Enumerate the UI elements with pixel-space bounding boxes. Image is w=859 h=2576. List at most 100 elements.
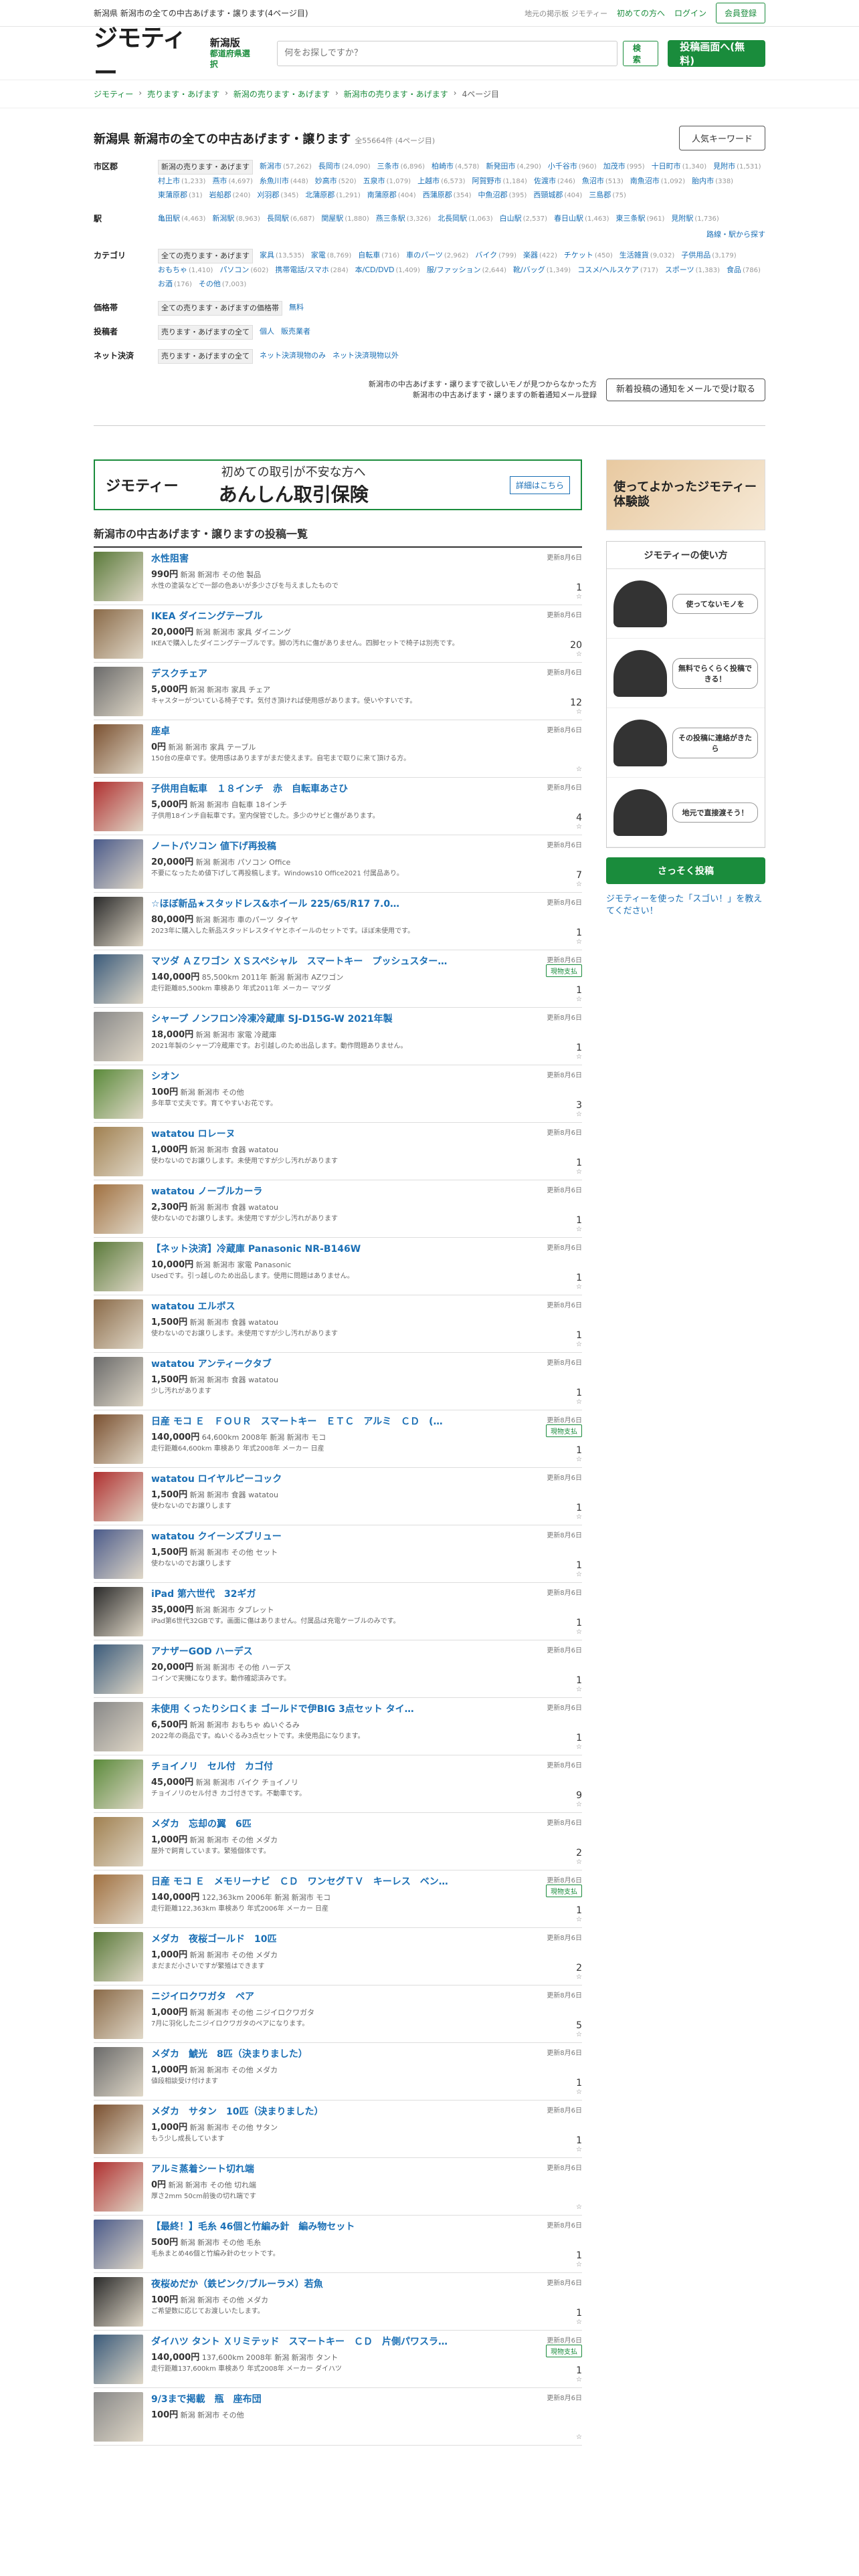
start-post-button[interactable]: さっそく投稿 [606,857,765,884]
filter-option[interactable]: 東蒲原郡 (31) [158,189,203,203]
favorite-icon[interactable]: ☆ [576,996,582,1003]
filter-option[interactable]: 新潟の売ります・あげます [158,160,253,175]
item-thumbnail[interactable] [94,1759,143,1809]
item-title[interactable]: メダカ 忘却の翼 6匹 [151,1817,520,1830]
favorite-icon[interactable]: ☆ [576,938,582,946]
favorite-icon[interactable]: ☆ [576,1341,582,1348]
item-title[interactable]: 水性阻害 [151,552,520,565]
filter-option[interactable]: コスメ/ヘルスケア (717) [577,263,658,278]
item-title[interactable]: デスクチェア [151,667,520,680]
list-item[interactable]: 座卓 0円 新潟 新潟市 家具 テーブル 150台の座卓です。使用感はありますがまだ… [94,720,582,778]
list-item[interactable]: ダイハツ タント Ｘリミテッド スマートキー ＣＤ 片側パワスラ… 140,000… [94,2331,582,2388]
filter-option[interactable]: 車のパーツ (2,962) [406,249,468,263]
favorite-icon[interactable]: ☆ [576,2319,582,2326]
region-selector[interactable]: 新潟版 都道府県選択 [210,37,255,70]
list-item[interactable]: 水性阻害 990円 新潟 新潟市 その他 製品 水性の塗装などで一部の色あいが多少さ… [94,548,582,605]
search-button[interactable]: 検索 [622,40,659,66]
item-thumbnail[interactable] [94,2392,143,2442]
filter-option[interactable]: 売ります・あげますの全て [158,325,253,340]
list-item[interactable]: watatou ロイヤルピーコック 1,500円 新潟 新潟市 食器 watato… [94,1468,582,1525]
favorite-icon[interactable]: ☆ [576,2031,582,2038]
item-title[interactable]: アナザーGOD ハーデス [151,1644,520,1658]
item-title[interactable]: メダカ 鯱光 8匹（決まりました） [151,2047,520,2060]
filter-option[interactable]: 刈羽郡 (345) [257,189,298,203]
filter-option[interactable]: 白山駅 (2,537) [500,212,547,226]
list-item[interactable]: watatou クイーンズブリュー 1,500円 新潟 新潟市 その他 セット 使わ… [94,1525,582,1583]
filter-option[interactable]: 加茂市 (995) [603,160,645,175]
filter-option[interactable]: 関屋駅 (1,880) [321,212,369,226]
list-item[interactable]: シャープ ノンフロン冷凍冷蔵庫 SJ-D15G-W 2021年製 18,000円 … [94,1008,582,1065]
filter-option[interactable]: 北蒲原郡 (1,291) [305,189,360,203]
filter-option[interactable]: 南蒲原郡 (404) [367,189,416,203]
item-thumbnail[interactable] [94,897,143,946]
filter-option[interactable]: 春日山駅 (1,463) [554,212,609,226]
list-item[interactable]: 未使用 くったりシロくま ゴールドで伊BIG 3点セット タイ… 6,500円 新… [94,1698,582,1755]
list-item[interactable]: アナザーGOD ハーデス 20,000円 新潟 新潟市 その他 ハーデス コインで実… [94,1640,582,1698]
item-thumbnail[interactable] [94,1472,143,1521]
item-title[interactable]: チョイノリ セル付 カゴ付 [151,1759,520,1773]
item-thumbnail[interactable] [94,1817,143,1866]
item-thumbnail[interactable] [94,1587,143,1636]
item-title[interactable]: watatou ノーブルカーラ [151,1184,520,1198]
list-item[interactable]: マツダ ＡＺワゴン ＸＳスペシャル スマートキー プッシュスター… 140,000… [94,950,582,1008]
list-item[interactable]: IKEA ダイニングテーブル 20,000円 新潟 新潟市 家具 ダイニング IKE… [94,605,582,663]
breadcrumb-item[interactable]: ジモティー [94,88,133,100]
item-title[interactable]: 【ネット決済】冷蔵庫 Panasonic NR-B146W [151,1242,520,1255]
search-input[interactable] [277,40,617,66]
list-item[interactable]: 【最終！】毛糸 46個と竹編み針 編み物セット 500円 新潟 新潟市 その他 毛… [94,2216,582,2273]
list-item[interactable]: iPad 第六世代 32ギガ 35,000円 新潟 新潟市 タブレット iPad第6… [94,1583,582,1640]
favorite-icon[interactable]: ☆ [576,1858,582,1866]
filter-option[interactable]: 生活雑貨 (9,032) [619,249,674,263]
favorite-icon[interactable]: ☆ [576,2146,582,2153]
item-thumbnail[interactable] [94,1069,143,1119]
favorite-icon[interactable]: ☆ [576,1973,582,1981]
filter-option[interactable]: 妙高市 (520) [315,175,357,189]
favorite-icon[interactable]: ☆ [576,1456,582,1463]
favorite-icon[interactable]: ☆ [576,2261,582,2268]
item-title[interactable]: シオン [151,1069,520,1083]
favorite-icon[interactable]: ☆ [576,1916,582,1923]
item-thumbnail[interactable] [94,1702,143,1751]
item-thumbnail[interactable] [94,609,143,659]
filter-option[interactable]: お酒 (176) [158,278,192,292]
favorite-icon[interactable]: ☆ [576,1053,582,1061]
item-title[interactable]: ダイハツ タント Ｘリミテッド スマートキー ＣＤ 片側パワスラ… [151,2335,520,2348]
favorite-icon[interactable]: ☆ [576,1168,582,1176]
filter-option[interactable]: 中魚沼郡 (395) [478,189,527,203]
item-thumbnail[interactable] [94,1184,143,1234]
filter-option[interactable]: 燕三条駅 (3,326) [376,212,431,226]
item-thumbnail[interactable] [94,1299,143,1349]
filter-option[interactable]: 東三条駅 (961) [616,212,665,226]
item-thumbnail[interactable] [94,1242,143,1291]
item-title[interactable]: マツダ ＡＺワゴン ＸＳスペシャル スマートキー プッシュスター… [151,954,520,968]
item-thumbnail[interactable] [94,1414,143,1464]
item-title[interactable]: メダカ 夜桜ゴールド 10匹 [151,1932,520,1945]
item-title[interactable]: シャープ ノンフロン冷凍冷蔵庫 SJ-D15G-W 2021年製 [151,1012,520,1025]
filter-option[interactable]: 全ての売ります・あげますの価格帯 [158,301,282,316]
filter-option[interactable]: 岩船郡 (240) [209,189,251,203]
list-item[interactable]: メダカ 鯱光 8匹（決まりました） 1,000円 新潟 新潟市 その他 メダカ 値段… [94,2043,582,2101]
filter-option[interactable]: 見附駅 (1,736) [671,212,719,226]
item-thumbnail[interactable] [94,667,143,716]
filter-option[interactable]: その他 (7,003) [199,278,246,292]
list-item[interactable]: 日産 モコ Ｅ メモリーナビ ＣＤ ワンセグＴＶ キーレス ベン… 140,000… [94,1870,582,1928]
favorite-icon[interactable]: ☆ [576,2088,582,2096]
filter-option[interactable]: 新発田市 (4,290) [486,160,541,175]
filter-option[interactable]: おもちゃ (1,410) [158,263,213,278]
first-time-link[interactable]: 初めての方へ [617,7,665,19]
filter-option[interactable]: 携帯電話/スマホ (284) [275,263,348,278]
item-thumbnail[interactable] [94,839,143,889]
item-thumbnail[interactable] [94,724,143,774]
breadcrumb-item[interactable]: 売ります・あげます [147,88,219,100]
notify-email-button[interactable]: 新着投稿の通知をメールで受け取る [605,379,765,401]
filter-option[interactable]: 阿賀野市 (1,184) [472,175,527,189]
item-thumbnail[interactable] [94,2162,143,2212]
filter-option[interactable]: 糸魚川市 (448) [260,175,308,189]
insurance-banner[interactable]: ジモティー 初めての取引が不安な方へ あんしん取引保険 詳細はこちら [94,459,582,510]
list-item[interactable]: ☆ほぼ新品★スタッドレス&ホイール 225/65/R17 7.0… 80,000円… [94,893,582,950]
favorite-icon[interactable]: ☆ [576,2376,582,2383]
filter-option[interactable]: 西蒲原郡 (354) [423,189,472,203]
filter-option[interactable]: 長岡駅 (6,687) [267,212,314,226]
item-thumbnail[interactable] [94,1357,143,1406]
experience-ad[interactable]: 使ってよかったジモティー体験談 [606,459,765,530]
